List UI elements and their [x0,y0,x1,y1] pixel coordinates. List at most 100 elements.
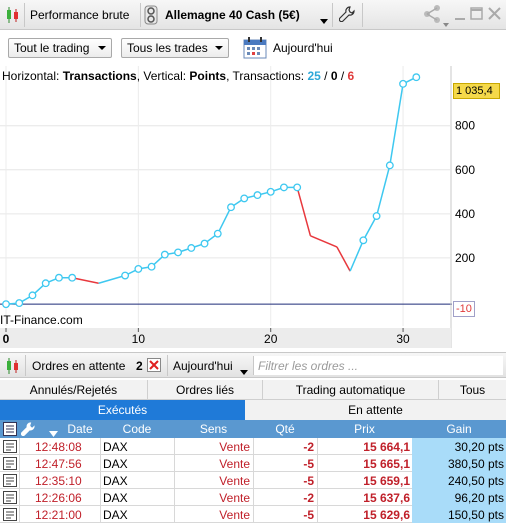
separator: / [337,69,348,83]
order-time: 12:48:08 [35,440,82,454]
minimize-icon[interactable] [454,7,466,24]
chart-info-line: Horizontal: Transactions, Vertical: Poin… [2,69,354,83]
data-point [54,273,63,282]
data-point [372,212,381,220]
column-divider [253,438,254,455]
col-header-price[interactable]: Prix [317,422,412,436]
separator: / [320,69,331,83]
order-side: Vente [219,474,250,488]
order-details-icon[interactable] [3,508,17,524]
toolbar-divider [140,3,141,27]
order-time: 12:21:00 [35,508,82,522]
order-details-icon[interactable] [3,474,17,490]
order-details-icon[interactable] [3,491,17,507]
chevron-down-icon[interactable] [320,13,328,27]
maximize-icon[interactable] [470,7,483,23]
order-details-icon[interactable] [3,457,17,473]
orders-filter-input[interactable]: Filtrer les ordres ... [253,356,503,375]
order-side: Vente [219,491,250,505]
x-tick-label: 0 [3,332,10,346]
column-divider [19,472,20,489]
column-divider [100,489,101,506]
column-divider [174,489,175,506]
orders-table-body: 12:48:08 DAX Vente -2 15 664,1 30,20 pts… [0,438,506,523]
order-details-icon[interactable] [3,440,17,456]
col-header-code[interactable]: Code [100,422,174,436]
column-divider [19,489,20,506]
x-tick-label: 30 [396,332,410,346]
data-point [412,73,421,82]
column-divider [100,455,101,472]
calendar-icon[interactable] [243,37,267,62]
toolbar-divider [332,3,333,27]
column-divider [174,438,175,455]
column-divider [253,489,254,506]
dropdown-small-icon[interactable] [443,16,449,30]
share-icon[interactable] [422,4,442,27]
column-divider [317,489,318,506]
transactions-label: , Transactions: [226,69,308,83]
data-point [279,183,288,192]
trades-filter-select[interactable]: Tous les trades [121,38,229,58]
order-side: Vente [219,508,250,522]
wrench-icon[interactable] [20,422,35,439]
data-point [121,271,130,280]
col-header-date[interactable]: Date [60,422,100,436]
candlestick-icon[interactable] [5,6,21,27]
orders-tabs-row1: Annulés/Rejetés Ordres liés Trading auto… [0,380,506,400]
table-row[interactable]: 12:48:08 DAX Vente -2 15 664,1 30,20 pts [0,438,506,455]
col-header-qty[interactable]: Qté [253,422,317,436]
table-row[interactable]: 12:21:00 DAX Vente -5 15 629,6 150,50 pt… [0,506,506,523]
close-icon[interactable] [488,7,501,23]
losing-trades-count: 6 [347,69,355,83]
wrench-icon[interactable] [338,6,355,25]
link-icon[interactable] [144,5,158,28]
instrument-selector[interactable]: Allemagne 40 Cash (5€) [165,8,300,22]
date-filter-label[interactable]: Aujourd'hui [273,41,333,55]
data-point [147,262,156,271]
column-divider [100,506,101,523]
tab-linked-orders[interactable]: Ordres liés [148,380,263,400]
order-gain: 30,20 pts [454,440,504,454]
column-divider [19,438,20,455]
toolbar-divider [167,355,168,376]
chevron-down-icon[interactable] [240,364,248,378]
order-code: DAX [103,508,128,522]
candlestick-icon[interactable] [5,357,21,378]
table-row[interactable]: 12:26:06 DAX Vente -2 15 637,6 96,20 pts [0,489,506,506]
vertical-axis-value: Points [189,69,227,83]
trading-filter-select[interactable]: Tout le trading [8,38,112,58]
horizontal-axis-label: Horizontal: [2,69,63,83]
tab-cancelled-rejected[interactable]: Annulés/Rejetés [0,380,148,400]
vertical-axis-label: , Vertical: [136,69,190,83]
tab-executed[interactable]: Exécutés [0,400,245,420]
filter-row: Tout le trading Tous les trades Aujourd'… [0,30,506,66]
order-code: DAX [103,440,128,454]
list-icon[interactable] [3,422,17,439]
table-row[interactable]: 12:47:56 DAX Vente -5 15 665,1 380,50 pt… [0,455,506,472]
order-price: 15 629,6 [363,508,410,522]
tab-all[interactable]: Tous [439,380,506,400]
col-header-side[interactable]: Sens [174,422,253,436]
table-row[interactable]: 12:35:10 DAX Vente -5 15 659,1 240,50 pt… [0,472,506,489]
col-header-gain[interactable]: Gain [412,422,506,436]
data-point [200,239,209,248]
chevron-down-icon [98,46,106,50]
data-point [41,279,50,288]
pending-orders-label[interactable]: Ordres en attente [32,359,125,373]
tab-automatic-trading[interactable]: Trading automatique [263,380,439,400]
data-point [174,248,183,257]
tab-pending[interactable]: En attente [245,400,506,420]
column-divider [174,472,175,489]
column-divider [19,455,20,472]
order-qty: -5 [303,474,314,488]
column-divider [317,506,318,523]
order-price: 15 637,6 [363,491,410,505]
view-mode-label[interactable]: Performance brute [30,8,129,22]
order-code: DAX [103,457,128,471]
y-tick-label: 600 [455,163,475,177]
performance-chart: 200 400 600 800 0 10 20 30 [0,66,475,348]
data-point [134,264,143,273]
orders-date-select[interactable]: Aujourd'hui [173,359,233,373]
cancel-orders-icon[interactable] [147,358,161,375]
